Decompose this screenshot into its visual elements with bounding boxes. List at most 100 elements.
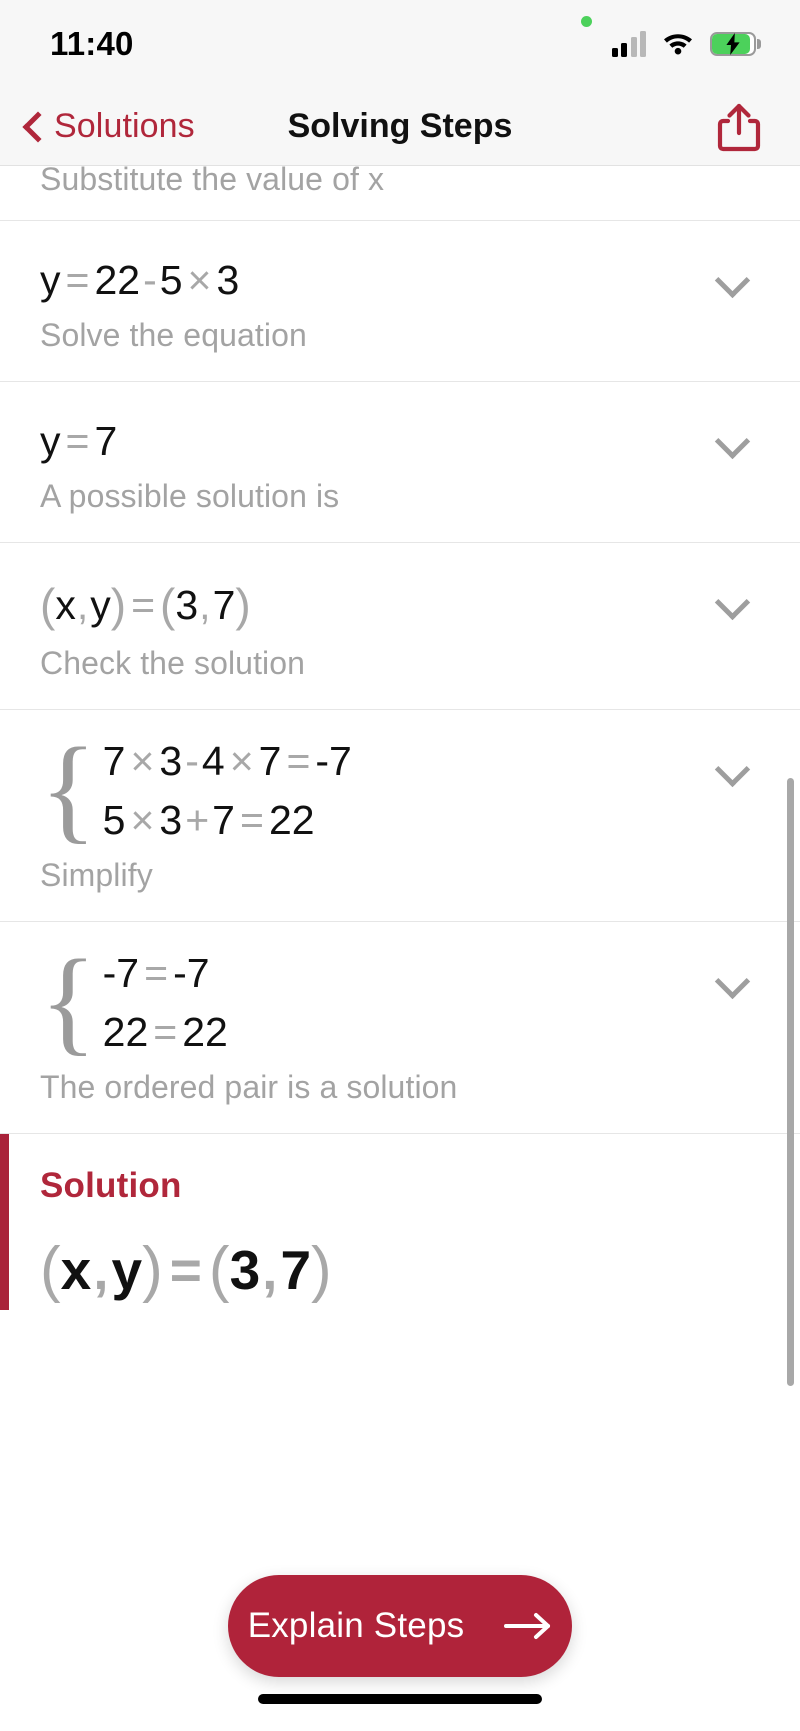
chevron-down-icon[interactable]	[714, 428, 752, 452]
number-7: 7	[212, 582, 236, 629]
back-button[interactable]: Solutions	[22, 107, 195, 146]
share-icon[interactable]	[716, 102, 762, 152]
step-row[interactable]: ( x , y ) = ( 3 , 7 ) Check the solution	[0, 543, 800, 711]
chevron-down-icon[interactable]	[714, 968, 752, 992]
solving-steps-list[interactable]: Substitute the value of x y = 22 - 5 × 3…	[0, 166, 800, 1731]
number-7: 7	[258, 738, 282, 785]
explain-steps-button[interactable]: Explain Steps	[228, 1575, 572, 1677]
variable-x: x	[60, 1238, 92, 1301]
number-4: 4	[201, 738, 225, 785]
right-paren: )	[235, 579, 251, 632]
equals-sign: =	[65, 257, 90, 303]
explain-steps-label: Explain Steps	[247, 1606, 465, 1645]
chevron-down-icon[interactable]	[714, 756, 752, 780]
number-7: 7	[94, 418, 118, 465]
arrow-right-icon	[504, 1611, 552, 1641]
wifi-icon	[661, 29, 695, 60]
chevron-left-icon	[22, 110, 42, 144]
right-paren: )	[311, 1235, 332, 1305]
step-description: Substitute the value of x	[40, 166, 385, 197]
step-row[interactable]: y = 7 A possible solution is	[0, 382, 800, 544]
left-paren: (	[160, 579, 176, 632]
equals-sign: =	[239, 797, 264, 844]
solution-accent-bar	[0, 1134, 9, 1311]
solution-y-value: 7	[280, 1238, 312, 1301]
curly-brace-icon: {	[40, 723, 97, 855]
right-paren: )	[110, 579, 127, 632]
times-sign: ×	[130, 738, 155, 785]
navigation-bar: Solutions Solving Steps	[0, 88, 800, 166]
back-button-label: Solutions	[54, 107, 195, 145]
phone-screen: 11:40 Solutions Solving Steps Substitute…	[0, 0, 800, 1731]
step-description: The ordered pair is a solution	[40, 1069, 458, 1106]
step-description: Simplify	[40, 857, 153, 894]
number-5: 5	[159, 257, 183, 303]
step-expression: y = 22 - 5 × 3	[40, 221, 760, 304]
system-rows: 7 × 3 - 4 × 7 = -7 5 × 3 + 7 = 22	[103, 738, 352, 844]
solution-x-value: 3	[229, 1238, 261, 1301]
number-22: 22	[268, 797, 315, 844]
number-3: 3	[159, 738, 183, 785]
minus-sign: -	[185, 738, 199, 785]
left-paren: (	[40, 579, 56, 632]
chevron-down-icon[interactable]	[714, 267, 752, 291]
step-row[interactable]: { -7 = -7 22 = 22 The ordered pair is a …	[0, 922, 800, 1135]
number-22: 22	[182, 1009, 228, 1056]
number-3: 3	[175, 582, 199, 629]
system-equation-2: 22 = 22	[103, 1009, 228, 1056]
step-description: Check the solution	[40, 645, 306, 682]
minus-sign: -	[143, 257, 157, 303]
status-bar: 11:40	[0, 0, 800, 88]
variable-y: y	[111, 1238, 143, 1301]
step-expression-system: { -7 = -7 22 = 22	[40, 922, 760, 1060]
recording-indicator-dot	[581, 16, 592, 27]
number-negative-7: -7	[102, 950, 140, 997]
home-indicator[interactable]	[258, 1694, 542, 1704]
solution-block: Solution ( x , y ) = ( 3 , 7 )	[0, 1134, 800, 1311]
number-22: 22	[94, 257, 141, 303]
left-paren: (	[40, 1235, 61, 1305]
equals-sign: =	[169, 1238, 202, 1301]
solution-expression: ( x , y ) = ( 3 , 7 )	[40, 1206, 760, 1305]
variable-y: y	[40, 418, 61, 465]
times-sign: ×	[187, 257, 212, 303]
number-3: 3	[216, 257, 240, 303]
number-5: 5	[102, 797, 126, 844]
comma: ,	[76, 582, 89, 629]
step-row[interactable]: y = 22 - 5 × 3 Solve the equation	[0, 221, 800, 383]
comma: ,	[262, 1238, 278, 1301]
number-7: 7	[102, 738, 126, 785]
system-rows: -7 = -7 22 = 22	[103, 950, 228, 1056]
system-equation-2: 5 × 3 + 7 = 22	[103, 797, 352, 844]
number-negative-7: -7	[315, 738, 352, 785]
variable-x: x	[55, 582, 76, 629]
plus-sign: +	[185, 797, 210, 844]
system-equation-1: 7 × 3 - 4 × 7 = -7	[103, 738, 352, 785]
times-sign: ×	[229, 738, 254, 785]
left-paren: (	[208, 1235, 230, 1305]
chevron-down-icon[interactable]	[714, 589, 752, 613]
step-row[interactable]: { 7 × 3 - 4 × 7 = -7 5 × 3 + 7 = 22 Simp…	[0, 710, 800, 923]
variable-y: y	[90, 582, 111, 629]
cellular-signal-icon	[611, 31, 646, 57]
comma: ,	[199, 582, 211, 629]
step-description: A possible solution is	[40, 478, 340, 515]
status-time: 11:40	[50, 25, 134, 62]
equals-sign: =	[131, 582, 156, 629]
number-22: 22	[102, 1009, 149, 1056]
step-description: Solve the equation	[40, 317, 307, 354]
solution-title: Solution	[40, 1166, 182, 1206]
times-sign: ×	[130, 797, 155, 844]
equals-sign: =	[153, 1009, 178, 1056]
step-row-clipped[interactable]: Substitute the value of x	[0, 166, 800, 221]
step-expression: y = 7	[40, 382, 760, 465]
vertical-scrollbar[interactable]	[787, 778, 794, 1386]
number-3: 3	[159, 797, 183, 844]
equals-sign: =	[144, 950, 169, 997]
battery-charging-icon	[710, 32, 761, 56]
equals-sign: =	[286, 738, 311, 785]
equals-sign: =	[65, 418, 90, 465]
status-icons	[611, 29, 761, 60]
step-expression-system: { 7 × 3 - 4 × 7 = -7 5 × 3 + 7 = 22	[40, 710, 760, 855]
right-paren: )	[142, 1235, 163, 1305]
